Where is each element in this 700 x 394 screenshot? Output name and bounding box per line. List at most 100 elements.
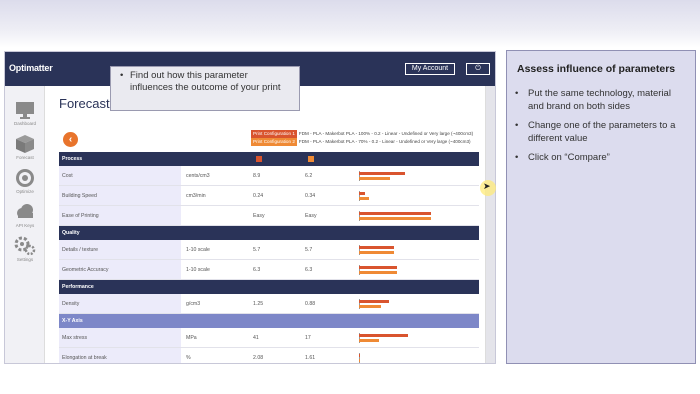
sidebar-item-label: Dashboard [13, 121, 36, 126]
table-row[interactable]: Geometric Accuracy 1-10 scale 6.3 6.3 [59, 260, 479, 280]
table-row[interactable]: Cost cents/cm3 8.9 6.2 [59, 166, 479, 186]
comparison-bars [359, 294, 479, 313]
config-1-bar [359, 266, 398, 269]
config-2-bar [359, 359, 361, 362]
sidebar-item-label: Optimize [16, 189, 34, 194]
config-text: FDM - PLA - Makerbot PLA - 100% - 0.2 - … [298, 131, 474, 136]
section-title: Process [62, 156, 83, 162]
cursor-arrow-icon: ➤ [483, 181, 491, 191]
parameter-unit: g/cm3 [186, 301, 201, 307]
table-row[interactable]: Density g/cm3 1.25 0.88 [59, 294, 479, 314]
config-2-bar [359, 339, 380, 342]
sidebar-item-label: Forecast [16, 155, 34, 160]
parameter-unit: MPa [186, 335, 197, 341]
monitor-icon [16, 102, 34, 119]
config-2-bar [359, 197, 369, 200]
config-row[interactable]: Print Configuration 2 FDM - PLA - Makerbo… [251, 138, 473, 146]
sidebar-item-label: Settings [16, 257, 34, 262]
parameter-name: Elongation at break [59, 348, 181, 363]
comparison-bars [359, 328, 479, 347]
table-row[interactable]: Details / texture 1-10 scale 5.7 5.7 [59, 240, 479, 260]
comparison-bars [359, 240, 479, 259]
table-row[interactable]: Max stress MPa 41 17 [59, 328, 479, 348]
parameter-name: Details / texture [59, 240, 181, 259]
cube-icon [16, 135, 34, 153]
config-2-bar [359, 271, 398, 274]
callout-tooltip: Find out how this parameter influences t… [110, 66, 300, 111]
config-2-value: 0.88 [305, 301, 316, 307]
panel-bullet: Put the same technology, material and br… [515, 87, 689, 113]
config-text: FDM - PLA - Makerbot PLA - 70% - 0.2 - L… [298, 139, 471, 144]
sidebar-item-forecast[interactable]: Forecast [5, 134, 45, 168]
configuration-legend: Print Configuration 1 FDM - PLA - Makerbo… [251, 130, 473, 146]
config-1-value: 6.3 [253, 267, 261, 273]
sidebar-item-api-keys[interactable]: API Keys [5, 202, 45, 236]
config-2-value: 6.2 [305, 173, 313, 179]
sidebar-item-settings[interactable]: Settings [5, 236, 45, 270]
table-row[interactable]: Elongation at break% 2.08 1.61 [59, 348, 479, 363]
sidebar-item-optimize[interactable]: Optimize [5, 168, 45, 202]
section-header: Process [59, 152, 479, 166]
my-account-button[interactable]: My Account [405, 63, 455, 75]
sidebar-item-label: API Keys [15, 223, 35, 228]
back-arrow-icon[interactable]: ‹ [63, 132, 78, 147]
sidebar-item-dashboard[interactable]: Dashboard [5, 100, 45, 134]
config-1-value: 5.7 [253, 247, 261, 253]
config-1-value: 8.9 [253, 173, 261, 179]
config-2-value: 1.61 [305, 355, 316, 361]
parameter-name: Geometric Accuracy [59, 260, 181, 279]
section-header: X-Y Axis [59, 314, 479, 328]
comparison-bars [359, 348, 479, 363]
panel-bullet: Change one of the parameters to a differ… [515, 119, 689, 145]
parameter-name: Max stress [59, 328, 181, 347]
panel-title: Assess influence of parameters [517, 63, 676, 75]
config-2-value: 6.3 [305, 267, 313, 273]
scrollbar[interactable] [485, 86, 495, 363]
config-2-marker [308, 156, 314, 162]
config-2-bar [359, 251, 394, 254]
config-1-bar [359, 334, 409, 337]
comparison-bars [359, 186, 479, 205]
config-badge: Print Configuration 1 [251, 130, 297, 138]
config-1-bar [359, 354, 361, 357]
gears-icon [14, 236, 36, 256]
mouse-cursor-highlight: ➤ [480, 180, 496, 196]
parameter-unit: % [186, 355, 191, 361]
cloud-icon [17, 204, 33, 218]
config-1-marker [256, 156, 262, 162]
config-2-value: Easy [305, 213, 317, 219]
section-title: Performance [62, 284, 94, 290]
config-1-value: 0.24 [253, 193, 264, 199]
section-title: X-Y Axis [62, 318, 83, 324]
config-1-bar [359, 246, 394, 249]
config-2-bar [359, 217, 431, 220]
config-1-value: 41 [253, 335, 259, 341]
table-row[interactable]: Ease of Printing Easy Easy [59, 206, 479, 226]
config-2-bar [359, 177, 391, 180]
instruction-panel: Assess influence of parameters Put the s… [506, 50, 696, 364]
parameter-unit: 1-10 scale [186, 267, 210, 273]
tooltip-text: Find out how this parameter influences t… [120, 70, 291, 94]
config-badge: Print Configuration 2 [251, 138, 297, 146]
parameter-unit: 1-10 scale [186, 247, 210, 253]
config-1-bar [359, 300, 389, 303]
comparison-table: Process Cost cents/cm3 8.9 6.2 Building Speed… [59, 152, 479, 363]
config-1-value: 2.08 [253, 355, 264, 361]
config-1-bar [359, 212, 431, 215]
config-2-bar [359, 305, 381, 308]
parameter-name: Building Speed [59, 186, 181, 205]
config-2-value: 5.7 [305, 247, 313, 253]
section-header: Performance [59, 280, 479, 294]
slide-bottom-strip [0, 364, 700, 394]
parameter-name: Ease of Printing [59, 206, 181, 225]
table-row[interactable]: Building Speed cm3/min 0.24 0.34 [59, 186, 479, 206]
config-row[interactable]: Print Configuration 1 FDM - PLA - Makerbo… [251, 130, 473, 138]
parameter-name: Cost [59, 166, 181, 185]
app-logo: Optimatter [9, 63, 53, 73]
power-button[interactable]: ⏻ [466, 63, 490, 75]
comparison-bars [359, 260, 479, 279]
config-1-value: Easy [253, 213, 265, 219]
parameter-unit: cents/cm3 [186, 173, 210, 179]
section-header: Quality [59, 226, 479, 240]
comparison-bars [359, 166, 479, 185]
